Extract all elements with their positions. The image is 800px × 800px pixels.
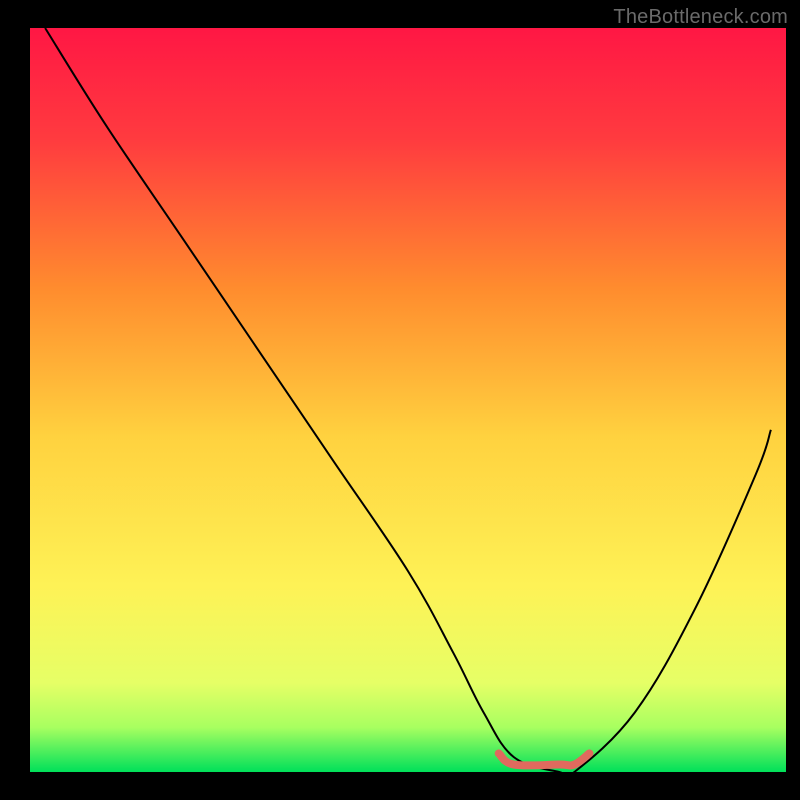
bottleneck-chart	[0, 0, 800, 800]
chart-container: TheBottleneck.com	[0, 0, 800, 800]
chart-gradient-background	[30, 28, 786, 772]
watermark-text: TheBottleneck.com	[613, 6, 788, 29]
